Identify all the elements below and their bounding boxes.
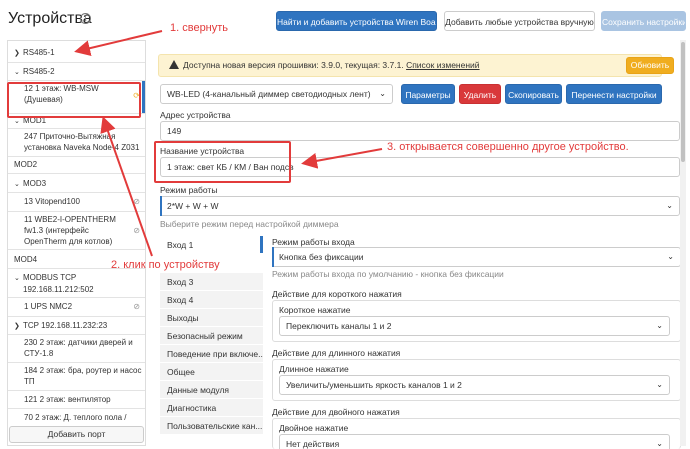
annotation-step-2: 2. клик по устройству — [111, 259, 220, 271]
annotation-step-3: 3. открывается совершенно другое устройс… — [387, 141, 629, 153]
arrow-collapse — [74, 30, 163, 57]
arrow-click-device — [100, 116, 153, 257]
arrow-other-device — [301, 148, 383, 169]
annotation-step-1: 1. свернуть — [170, 22, 229, 34]
annotation-arrows — [74, 30, 383, 257]
